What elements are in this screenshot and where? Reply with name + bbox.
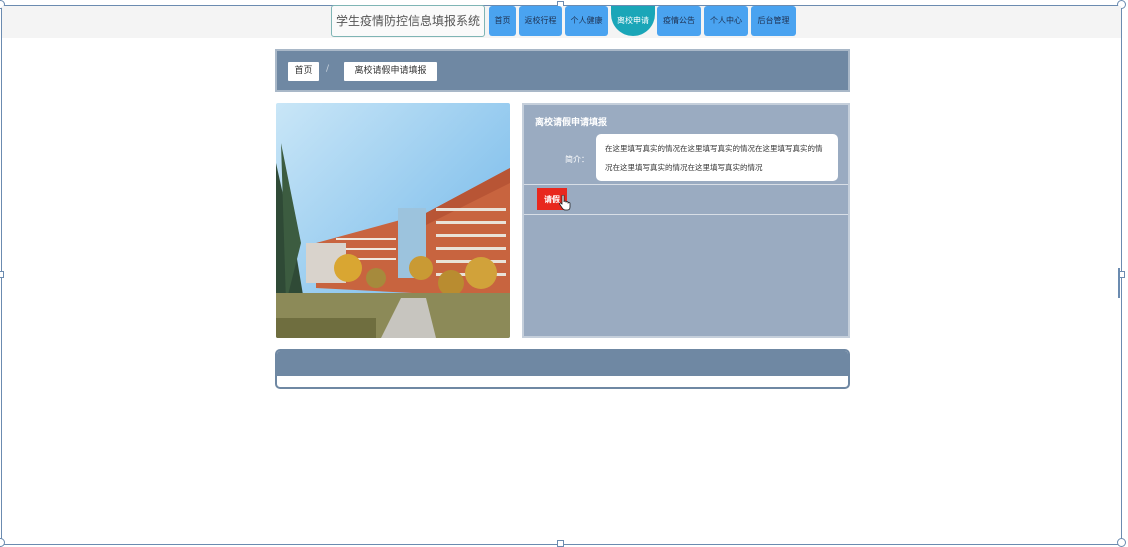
intro-text: 在这里填写真实的情况在这里填写真实的情况在这里填写真实的情况在这里填写真实的情况… bbox=[596, 134, 838, 181]
nav-item-epidemic-notice[interactable]: 疫情公告 bbox=[657, 6, 701, 36]
hand-pointer-icon bbox=[559, 195, 571, 211]
nav-item-home[interactable]: 首页 bbox=[489, 6, 516, 36]
leave-form-panel: 离校请假申请填报 简介： 在这里填写真实的情况在这里填写真实的情况在这里填写真实… bbox=[522, 103, 850, 338]
intro-label: 简介： bbox=[565, 155, 589, 164]
site-title: 学生疫情防控信息填报系统 bbox=[331, 5, 485, 37]
breadcrumb-current: 离校请假申请填报 bbox=[344, 62, 437, 81]
divider bbox=[524, 184, 848, 185]
resize-handle-left[interactable] bbox=[0, 271, 4, 278]
breadcrumb: 首页 / 离校请假申请填报 bbox=[275, 49, 850, 92]
scrollbar[interactable] bbox=[1118, 268, 1120, 298]
breadcrumb-home-link[interactable]: 首页 bbox=[288, 62, 319, 81]
nav-item-admin[interactable]: 后台管理 bbox=[751, 6, 796, 36]
panel-title: 离校请假申请填报 bbox=[535, 118, 608, 128]
campus-image bbox=[276, 103, 510, 338]
campus-photo bbox=[276, 103, 510, 338]
nav-item-personal-health[interactable]: 个人健康 bbox=[565, 6, 608, 36]
breadcrumb-separator: / bbox=[326, 64, 330, 74]
nav-item-personal-center[interactable]: 个人中心 bbox=[704, 6, 748, 36]
divider bbox=[524, 214, 848, 215]
nav-item-return-trip[interactable]: 返校行程 bbox=[519, 6, 562, 36]
footer-header-bar bbox=[277, 351, 848, 376]
footer-section bbox=[275, 349, 850, 389]
